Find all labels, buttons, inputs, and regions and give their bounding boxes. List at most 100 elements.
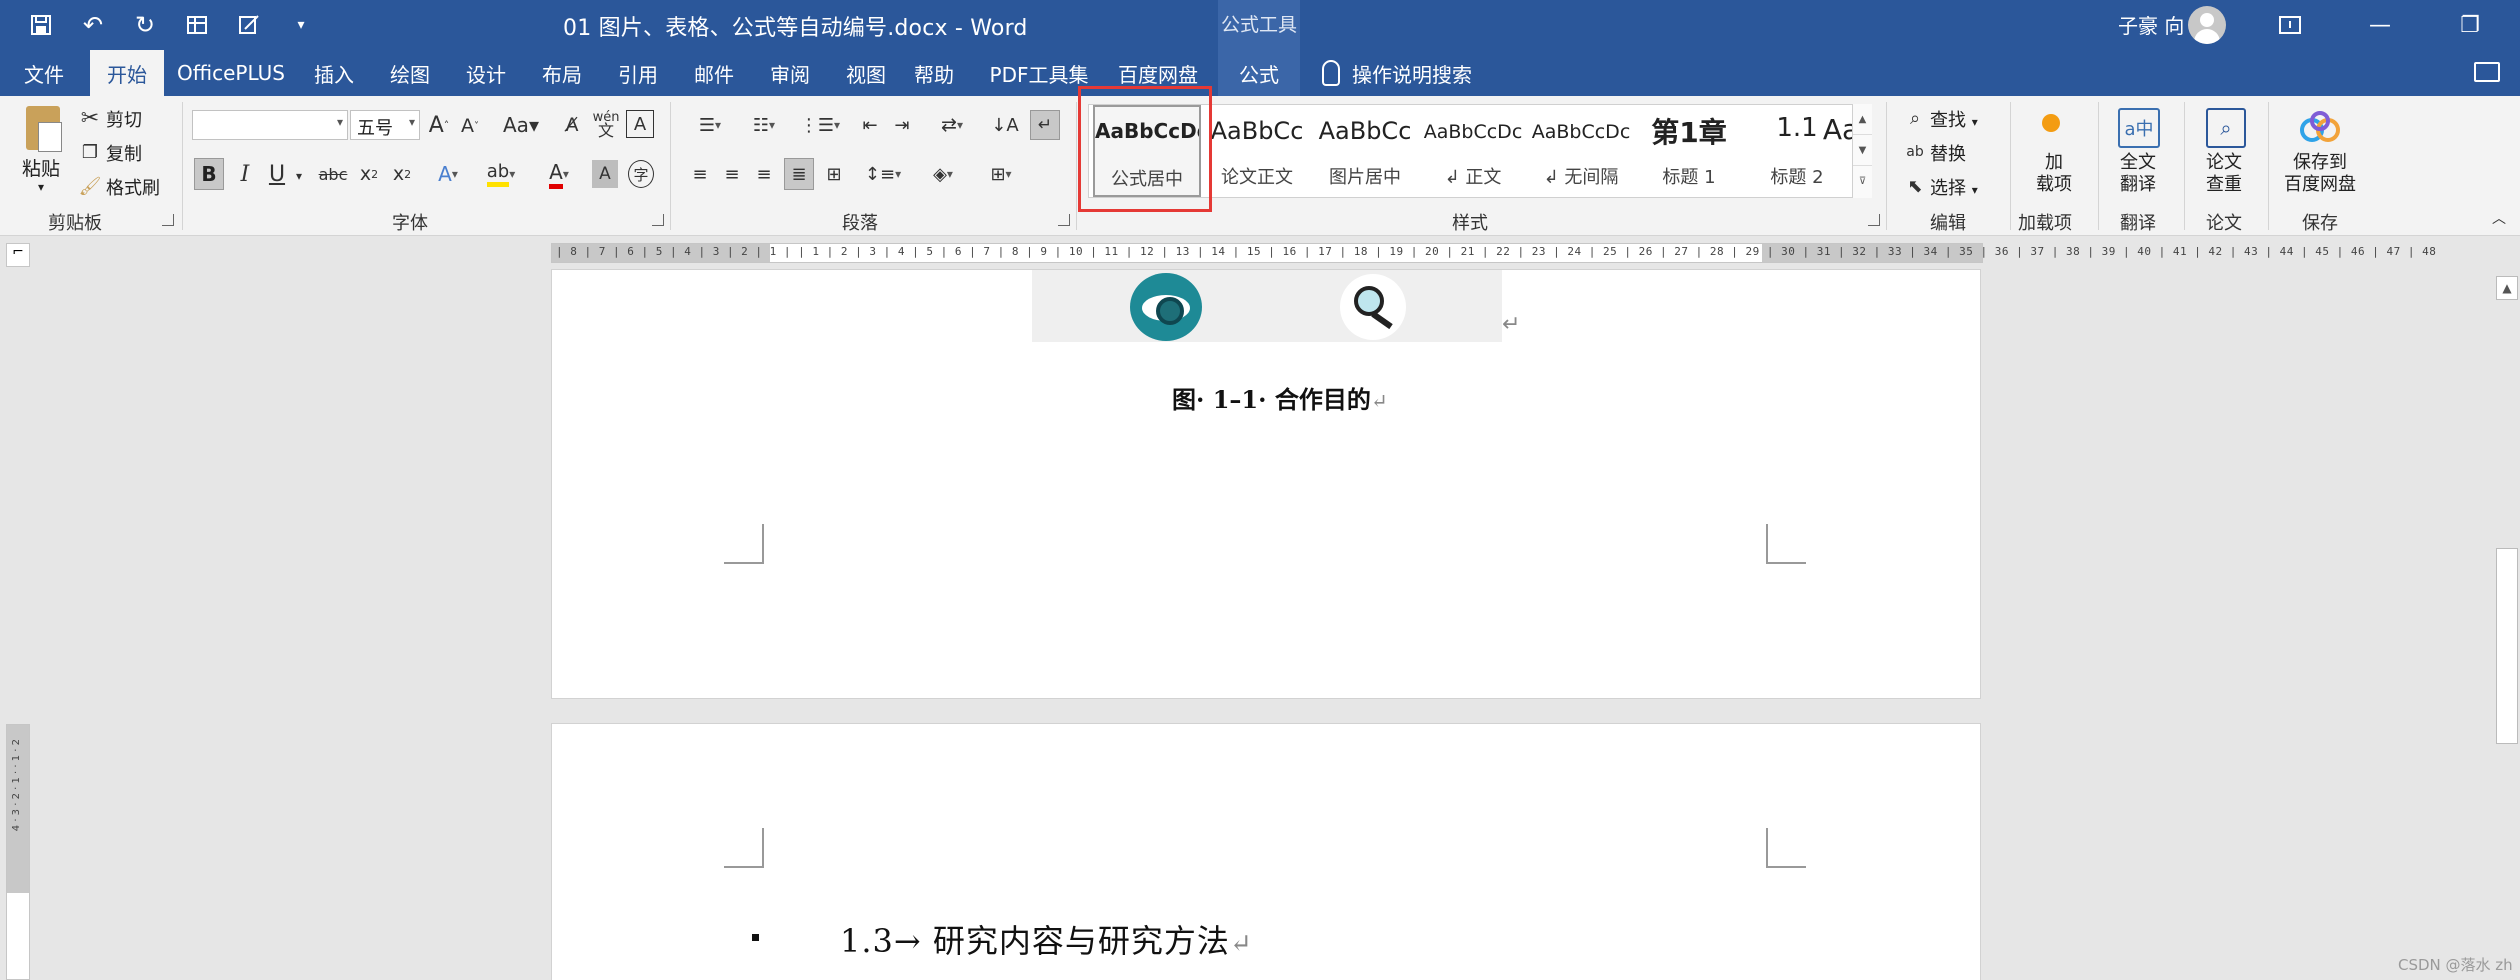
increase-indent-icon[interactable]: ⇥ — [888, 110, 916, 140]
user-name[interactable]: 子豪 向 — [2118, 10, 2184, 39]
close-icon[interactable]: ✕ — [2515, 0, 2520, 50]
tab-draw[interactable]: 绘图 — [376, 50, 444, 96]
strikethrough-button[interactable]: abc — [316, 158, 350, 190]
section-heading[interactable]: 1.3→ 研究内容与研究方法↵ — [840, 916, 1253, 962]
vertical-ruler[interactable]: 4 · 3 · 2 · 1 · · 1 · 2 — [6, 724, 30, 980]
style-equation-center[interactable]: AaBbCcDd 公式居中 — [1093, 105, 1201, 197]
undo-icon[interactable]: ↶ — [76, 8, 110, 42]
font-size-box[interactable]: 五号 ▾ — [350, 110, 420, 140]
figure-image[interactable] — [1032, 270, 1502, 342]
sort-icon[interactable]: ↓A — [990, 110, 1020, 140]
tab-review[interactable]: 审阅 — [756, 50, 824, 96]
copy-button[interactable]: 复制 — [106, 140, 142, 166]
tab-officeplus[interactable]: OfficePLUS — [172, 50, 290, 96]
paragraph-launcher-icon[interactable] — [1058, 214, 1070, 226]
full-text-translate-button[interactable]: 全文 翻译 — [2120, 152, 2156, 196]
find-button[interactable]: 查找 ▾ — [1930, 106, 1978, 132]
line-spacing-icon[interactable]: ↕≡ ▾ — [860, 158, 906, 190]
clear-formatting-icon[interactable]: A̸ — [558, 110, 586, 140]
addins-icon[interactable] — [2042, 114, 2060, 132]
highlight-color-icon[interactable]: ab ▾ — [478, 158, 524, 190]
superscript-button[interactable]: x2 — [388, 158, 416, 190]
redo-icon[interactable]: ↻ — [128, 8, 162, 42]
character-shading-icon[interactable]: A — [592, 160, 618, 188]
scroll-thumb[interactable] — [2496, 548, 2518, 744]
tab-insert[interactable]: 插入 — [300, 50, 368, 96]
addins-button[interactable]: 加 载项 — [2036, 152, 2072, 196]
tell-me-search[interactable]: 操作说明搜索 — [1322, 50, 1472, 96]
subscript-button[interactable]: x2 — [356, 158, 382, 190]
collapse-ribbon-icon[interactable]: ︿ — [2488, 208, 2510, 228]
align-left-icon[interactable]: ≡ — [686, 158, 714, 190]
style-heading-1[interactable]: 第1章 标题 1 — [1635, 105, 1743, 197]
tab-layout[interactable]: 布局 — [528, 50, 596, 96]
document-page[interactable]: ↵ 图· 1–1· 合作目的↵ — [551, 269, 1981, 699]
document-page[interactable]: 1.3→ 研究内容与研究方法↵ — [551, 723, 1981, 980]
gallery-more-icon[interactable]: ⊽ — [1853, 166, 1872, 197]
restore-icon[interactable]: ❐ — [2425, 0, 2515, 50]
paper-check-button[interactable]: 论文 查重 — [2206, 152, 2242, 196]
styles-launcher-icon[interactable] — [1868, 214, 1880, 226]
bullets-icon[interactable]: ☰ ▾ — [686, 110, 734, 140]
horizontal-ruler[interactable]: | 8 | 7 | 6 | 5 | 4 | 3 | 2 | 1 | | 1 | … — [551, 243, 2436, 263]
style-no-spacing[interactable]: AaBbCcDc ↲ 无间隔 — [1527, 105, 1635, 197]
bold-button[interactable]: B — [194, 158, 224, 190]
grow-font-icon[interactable]: A ˄ — [424, 110, 454, 140]
text-effects-icon[interactable]: A ▾ — [428, 158, 468, 190]
ribbon-display-options-icon[interactable] — [2245, 0, 2335, 50]
character-border-icon[interactable]: A — [626, 110, 654, 138]
styles-gallery-scroll[interactable]: ▲ ▼ ⊽ — [1852, 104, 1872, 198]
tab-equation[interactable]: 公式 — [1218, 50, 1300, 96]
font-color-icon[interactable]: A ▾ — [536, 158, 582, 190]
shrink-font-icon[interactable]: A ˅ — [456, 112, 484, 140]
tab-help[interactable]: 帮助 — [900, 50, 968, 96]
minimize-icon[interactable]: — — [2335, 0, 2425, 50]
format-painter-button[interactable]: 格式刷 — [106, 174, 160, 200]
numbering-icon[interactable]: ☷ ▾ — [740, 110, 788, 140]
tab-mailings[interactable]: 邮件 — [680, 50, 748, 96]
align-right-icon[interactable]: ≡ — [750, 158, 778, 190]
text-direction-icon[interactable]: ⇄ ▾ — [930, 110, 974, 140]
gallery-up-icon[interactable]: ▲ — [1853, 104, 1872, 135]
tab-view[interactable]: 视图 — [832, 50, 900, 96]
vertical-scrollbar[interactable]: ▲ — [2494, 272, 2520, 980]
tab-design[interactable]: 设计 — [452, 50, 520, 96]
justify-icon[interactable]: ≣ — [784, 158, 814, 190]
table-icon[interactable] — [180, 8, 214, 42]
scroll-up-icon[interactable]: ▲ — [2496, 276, 2518, 300]
edit-form-icon[interactable] — [232, 8, 266, 42]
borders-icon[interactable]: ⊞ ▾ — [978, 158, 1024, 190]
tab-selector-icon[interactable]: ⌐ — [6, 243, 30, 267]
distributed-icon[interactable]: ⊞ — [820, 158, 848, 190]
tab-home[interactable]: 开始 — [90, 50, 164, 96]
style-picture-center[interactable]: AaBbCc 图片居中 — [1311, 105, 1419, 197]
style-thesis-body[interactable]: AaBbCc 论文正文 — [1203, 105, 1311, 197]
underline-dropdown-icon[interactable]: ▾ — [292, 160, 306, 192]
clipboard-launcher-icon[interactable] — [162, 214, 174, 226]
replace-button[interactable]: 替换 — [1930, 140, 1966, 166]
tab-references[interactable]: 引用 — [604, 50, 672, 96]
cut-button[interactable]: 剪切 — [106, 106, 142, 132]
underline-button[interactable]: U — [264, 158, 290, 190]
figure-caption[interactable]: 图· 1–1· 合作目的↵ — [1172, 380, 1388, 415]
avatar[interactable] — [2188, 6, 2226, 44]
shading-icon[interactable]: ◈ ▾ — [920, 158, 966, 190]
save-to-baidu-button[interactable]: 保存到 百度网盘 — [2284, 152, 2356, 196]
gallery-down-icon[interactable]: ▼ — [1853, 135, 1872, 166]
customize-qat-icon[interactable]: ▾ — [284, 8, 318, 42]
multilevel-list-icon[interactable]: ⋮☰ ▾ — [796, 110, 844, 140]
tab-baidu-netdisk[interactable]: 百度网盘 — [1106, 50, 1210, 96]
align-center-icon[interactable]: ≡ — [718, 158, 746, 190]
comments-icon[interactable] — [2474, 62, 2500, 82]
select-button[interactable]: 选择 ▾ — [1930, 174, 1978, 200]
save-icon[interactable] — [24, 8, 58, 42]
decrease-indent-icon[interactable]: ⇤ — [856, 110, 884, 140]
enclose-characters-icon[interactable]: 字 — [628, 160, 654, 188]
phonetic-guide-icon[interactable]: wén 文 — [592, 108, 620, 140]
tab-pdf-tools[interactable]: PDF工具集 — [980, 50, 1098, 96]
tab-file[interactable]: 文件 — [6, 50, 82, 96]
style-normal[interactable]: AaBbCcDc ↲ 正文 — [1419, 105, 1527, 197]
italic-button[interactable]: I — [232, 158, 258, 190]
show-formatting-marks-icon[interactable]: ↵ — [1030, 110, 1060, 140]
font-name-box[interactable]: ▾ — [192, 110, 348, 140]
